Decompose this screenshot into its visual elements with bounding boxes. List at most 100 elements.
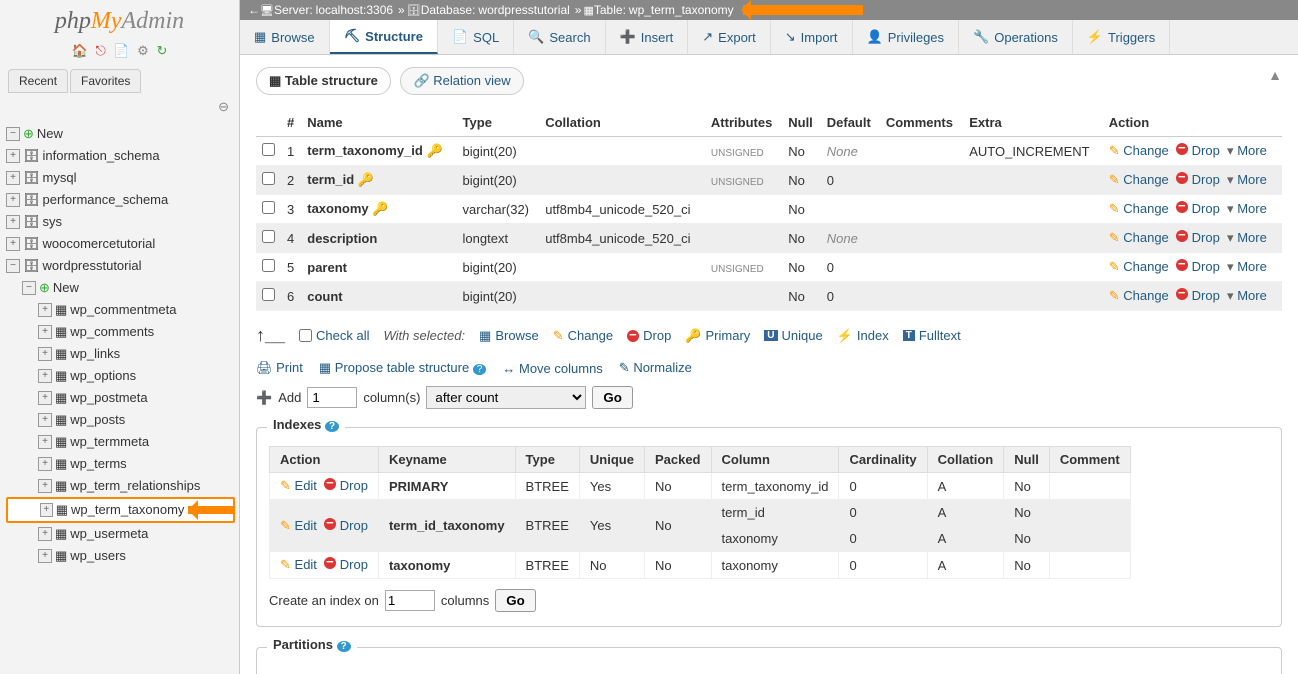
drop-link[interactable]: Drop: [1176, 288, 1220, 303]
tree-table-wp_options[interactable]: ▦wp_options: [6, 365, 233, 387]
check-all[interactable]: [299, 329, 312, 342]
logo[interactable]: phpMyAdmin: [0, 0, 239, 39]
more-link[interactable]: ▾ More: [1227, 143, 1267, 158]
index-drop[interactable]: Drop: [324, 557, 368, 572]
change-link[interactable]: ✎ Change: [1109, 230, 1169, 245]
tab-insert[interactable]: ➕Insert: [606, 20, 689, 54]
tree-table-wp_postmeta[interactable]: ▦wp_postmeta: [6, 387, 233, 409]
tree-table-wp_users[interactable]: ▦wp_users: [6, 545, 233, 567]
change-link[interactable]: ✎ Change: [1109, 143, 1169, 158]
propose-link[interactable]: ▦ Propose table structure ?: [319, 360, 487, 376]
tree-new-table[interactable]: ⊕New: [6, 277, 233, 299]
drop-link[interactable]: Drop: [1176, 143, 1220, 158]
tab-sql[interactable]: 📄SQL: [438, 20, 514, 54]
subtab-table-structure[interactable]: ▦ Table structure: [256, 67, 391, 95]
add-go-button[interactable]: Go: [592, 386, 633, 409]
add-count-input[interactable]: [307, 387, 357, 408]
breadcrumb-server[interactable]: localhost:3306: [316, 3, 393, 17]
tree-db-performance_schema[interactable]: 🗄performance_schema: [6, 189, 233, 211]
tree-db-mysql[interactable]: 🗄mysql: [6, 167, 233, 189]
tree-table-wp_links[interactable]: ▦wp_links: [6, 343, 233, 365]
structure-icon: ⛏: [344, 28, 361, 44]
column-checkbox[interactable]: [262, 143, 275, 156]
tree-table-wp_commentmeta[interactable]: ▦wp_commentmeta: [6, 299, 233, 321]
import-icon: ↘: [785, 29, 796, 45]
breadcrumb-table[interactable]: wp_term_taxonomy: [629, 3, 734, 17]
column-checkbox[interactable]: [262, 201, 275, 214]
tree-table-wp_terms[interactable]: ▦wp_terms: [6, 453, 233, 475]
tab-privileges[interactable]: 👤Privileges: [853, 20, 960, 54]
tab-triggers[interactable]: ⚡Triggers: [1073, 20, 1170, 54]
change-link[interactable]: ✎ Change: [1109, 288, 1169, 303]
bulk-drop[interactable]: Drop: [627, 328, 671, 343]
create-index-go[interactable]: Go: [495, 589, 536, 612]
tab-import[interactable]: ↘Import: [771, 20, 853, 54]
drop-link[interactable]: Drop: [1176, 201, 1220, 216]
index-edit[interactable]: ✎ Edit: [280, 518, 317, 533]
bulk-primary[interactable]: 🔑 Primary: [685, 328, 750, 344]
tab-search[interactable]: 🔍Search: [514, 20, 605, 54]
print-link[interactable]: 🖨 Print: [256, 360, 303, 376]
index-drop[interactable]: Drop: [324, 518, 368, 533]
index-edit[interactable]: ✎ Edit: [280, 478, 317, 493]
home-icon[interactable]: 🏠: [72, 43, 88, 58]
column-row: 3 taxonomy 🔑 varchar(32) utf8mb4_unicode…: [256, 195, 1282, 224]
subtab-relation-view[interactable]: 🔗 Relation view: [400, 67, 523, 95]
tab-operations[interactable]: 🔧Operations: [959, 20, 1073, 54]
drop-link[interactable]: Drop: [1176, 172, 1220, 187]
tree-table-wp_term_relationships[interactable]: ▦wp_term_relationships: [6, 475, 233, 497]
help-icon[interactable]: ?: [337, 641, 351, 652]
add-columns: ➕ Add column(s) after count Go: [256, 386, 1282, 409]
doc-icon[interactable]: 📄: [113, 43, 129, 58]
column-checkbox[interactable]: [262, 230, 275, 243]
change-link[interactable]: ✎ Change: [1109, 259, 1169, 274]
breadcrumb-database[interactable]: wordpresstutorial: [478, 3, 569, 17]
create-index-count[interactable]: [385, 590, 435, 611]
tab-recent[interactable]: Recent: [8, 69, 68, 93]
exit-icon[interactable]: ⎋: [95, 43, 105, 58]
tab-favorites[interactable]: Favorites: [70, 69, 141, 93]
reload-icon[interactable]: ↻: [156, 43, 167, 58]
tab-browse[interactable]: ▦Browse: [240, 20, 330, 54]
more-link[interactable]: ▾ More: [1227, 259, 1267, 274]
tree-db-woocomercetutorial[interactable]: 🗄woocomercetutorial: [6, 233, 233, 255]
normalize-link[interactable]: ✎ Normalize: [619, 360, 692, 376]
more-link[interactable]: ▾ More: [1227, 172, 1267, 187]
change-link[interactable]: ✎ Change: [1109, 201, 1169, 216]
bulk-fulltext[interactable]: T Fulltext: [903, 328, 961, 343]
help-icon[interactable]: ?: [325, 421, 339, 432]
add-after-select[interactable]: after count: [426, 386, 586, 409]
tree-table-wp_termmeta[interactable]: ▦wp_termmeta: [6, 431, 233, 453]
index-edit[interactable]: ✎ Edit: [280, 557, 317, 572]
gear-icon[interactable]: ⚙: [137, 43, 149, 58]
index-drop[interactable]: Drop: [324, 478, 368, 493]
help-icon[interactable]: ?: [473, 364, 487, 375]
tree-new-db[interactable]: ⊕New: [6, 123, 233, 145]
more-link[interactable]: ▾ More: [1227, 288, 1267, 303]
column-checkbox[interactable]: [262, 259, 275, 272]
drop-link[interactable]: Drop: [1176, 259, 1220, 274]
tree-db-wordpresstutorial[interactable]: 🗄wordpresstutorial: [6, 255, 233, 277]
bulk-unique[interactable]: U Unique: [764, 328, 822, 343]
bulk-index[interactable]: ⚡ Index: [837, 328, 889, 344]
bulk-browse[interactable]: ▦ Browse: [479, 328, 539, 344]
drop-link[interactable]: Drop: [1176, 230, 1220, 245]
column-checkbox[interactable]: [262, 172, 275, 185]
collapse-all-icon[interactable]: ⊖: [218, 99, 229, 114]
tab-export[interactable]: ↗Export: [688, 20, 770, 54]
export-icon: ↗: [702, 29, 713, 45]
change-link[interactable]: ✎ Change: [1109, 172, 1169, 187]
tree-table-wp_usermeta[interactable]: ▦wp_usermeta: [6, 523, 233, 545]
tab-structure[interactable]: ⛏Structure: [330, 20, 438, 54]
tree-table-wp_comments[interactable]: ▦wp_comments: [6, 321, 233, 343]
more-link[interactable]: ▾ More: [1227, 230, 1267, 245]
bulk-change[interactable]: ✎ Change: [553, 328, 613, 344]
collapse-panel-icon[interactable]: ▲: [1268, 67, 1282, 83]
tree-table-wp_posts[interactable]: ▦wp_posts: [6, 409, 233, 431]
more-link[interactable]: ▾ More: [1227, 201, 1267, 216]
tree-db-information_schema[interactable]: 🗄information_schema: [6, 145, 233, 167]
tree-table-wp_term_taxonomy[interactable]: ▦wp_term_taxonomy: [6, 497, 235, 523]
column-checkbox[interactable]: [262, 288, 275, 301]
move-columns-link[interactable]: ↔ Move columns: [502, 361, 602, 376]
tree-db-sys[interactable]: 🗄sys: [6, 211, 233, 233]
